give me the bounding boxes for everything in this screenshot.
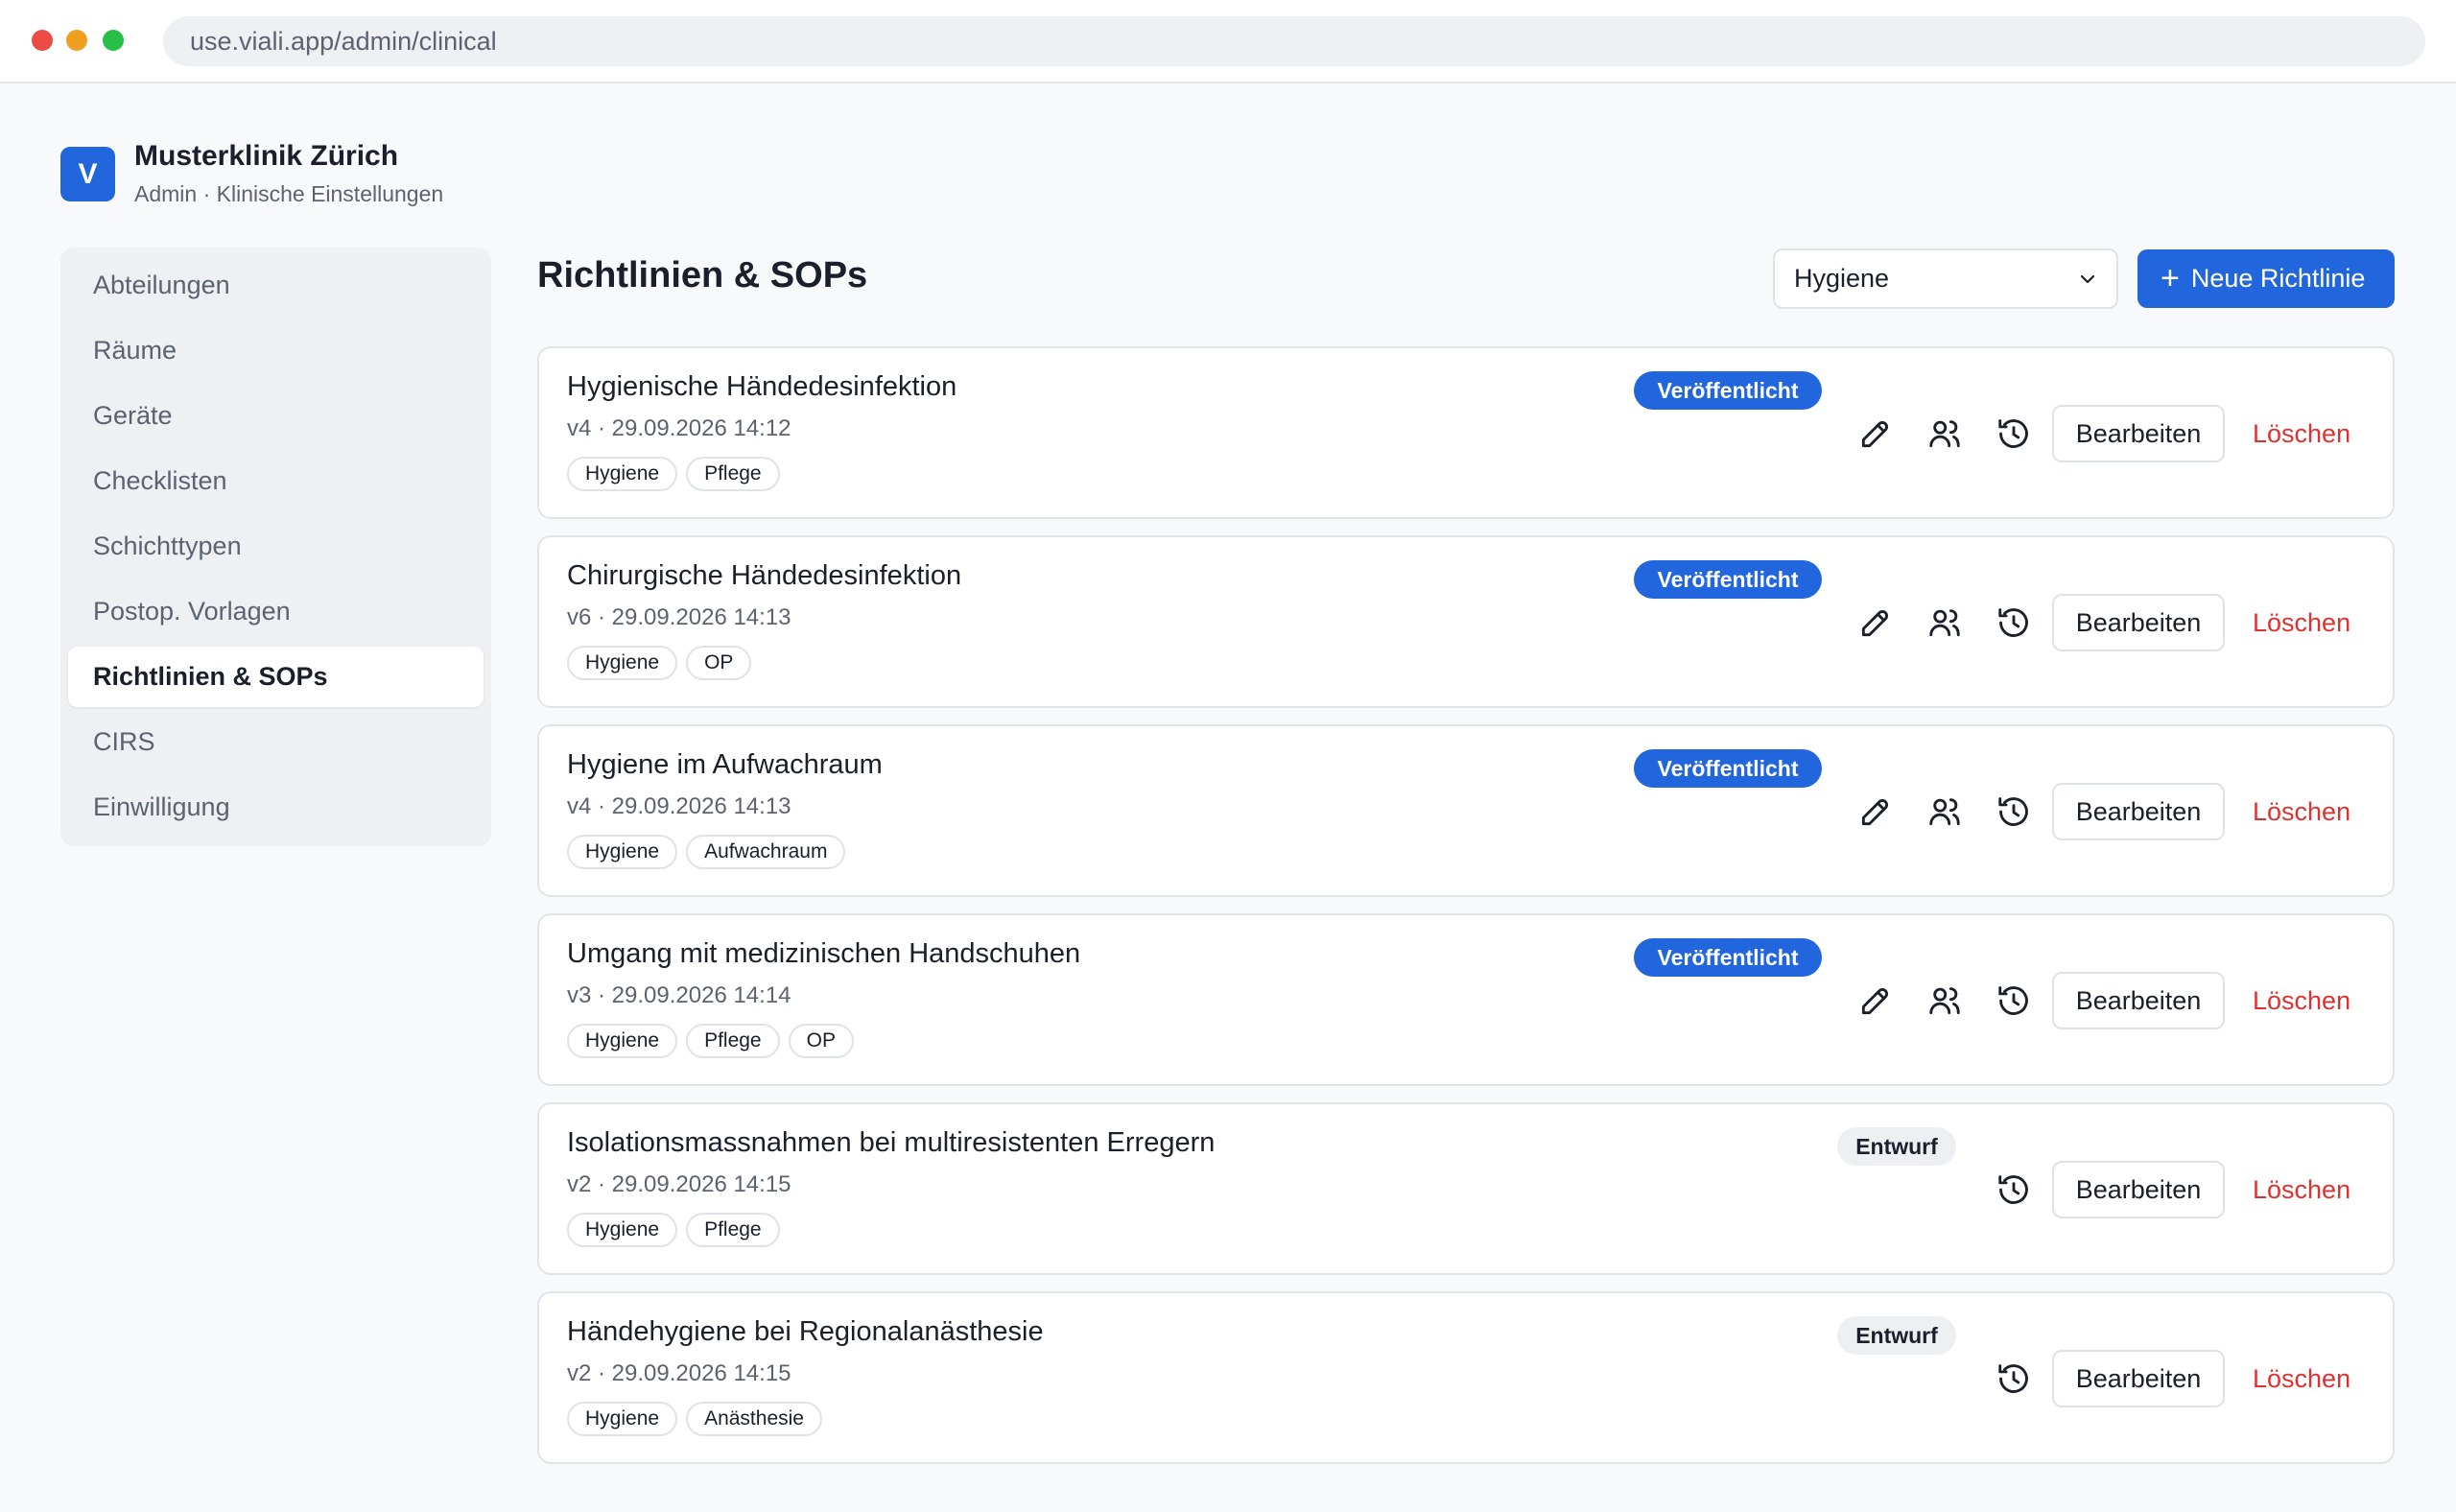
tag-chip: Hygiene xyxy=(567,457,678,491)
history-icon[interactable] xyxy=(1996,982,2032,1019)
pencil-icon[interactable] xyxy=(1857,793,1894,830)
history-icon[interactable] xyxy=(1996,1360,2032,1397)
policy-title: Händehygiene bei Regionalanästhesie xyxy=(567,1316,1044,1347)
policy-tags: Hygiene Anästhesie xyxy=(567,1402,822,1436)
new-policy-button[interactable]: + Neue Richtlinie xyxy=(2137,249,2395,308)
pencil-icon[interactable] xyxy=(1857,604,1894,641)
delete-button[interactable]: Löschen xyxy=(2253,1161,2350,1218)
sidebar-item[interactable]: Einwilligung xyxy=(68,777,484,838)
edit-button[interactable]: Bearbeiten xyxy=(2052,1350,2225,1407)
policy-version-date: v2 · 29.09.2026 14:15 xyxy=(567,1360,791,1386)
history-icon[interactable] xyxy=(1996,793,2032,830)
edit-button[interactable]: Bearbeiten xyxy=(2052,783,2225,840)
organization-name: Musterklinik Zürich xyxy=(134,140,399,172)
history-icon[interactable] xyxy=(1996,1171,2032,1208)
minimize-window-button[interactable] xyxy=(66,30,87,51)
tag-chip: Pflege xyxy=(686,1024,780,1058)
sidebar-item[interactable]: Postop. Vorlagen xyxy=(68,581,484,642)
delete-button[interactable]: Löschen xyxy=(2253,783,2350,840)
sidebar-item[interactable]: Richtlinien & SOPs xyxy=(68,647,484,707)
tag-chip: Pflege xyxy=(686,1213,780,1247)
new-policy-label: Neue Richtlinie xyxy=(2190,264,2366,293)
category-filter-select[interactable]: Hygiene xyxy=(1773,248,2118,309)
maximize-window-button[interactable] xyxy=(103,30,124,51)
policy-title: Hygiene im Aufwachraum xyxy=(567,749,883,780)
policy-title: Hygienische Händedesinfektion xyxy=(567,371,957,402)
policy-title: Umgang mit medizinischen Handschuhen xyxy=(567,938,1081,969)
status-badge: Veröffentlicht xyxy=(1634,560,1822,599)
policy-card: Isolationsmassnahmen bei multiresistente… xyxy=(537,1102,2395,1275)
tag-chip: Hygiene xyxy=(567,1402,678,1436)
policy-version-date: v4 · 29.09.2026 14:13 xyxy=(567,793,791,819)
pencil-icon[interactable] xyxy=(1857,982,1894,1019)
status-badge: Entwurf xyxy=(1837,1127,1956,1166)
tag-chip: Hygiene xyxy=(567,1213,678,1247)
users-icon[interactable] xyxy=(1926,415,1963,452)
policy-card: Hygiene im Aufwachraum v4 · 29.09.2026 14… xyxy=(537,724,2395,897)
policy-card: Hygienische Händedesinfektion v4 · 29.09.… xyxy=(537,346,2395,519)
edit-button[interactable]: Bearbeiten xyxy=(2052,594,2225,651)
policy-version-date: v6 · 29.09.2026 14:13 xyxy=(567,604,791,630)
sidebar-item[interactable]: Räume xyxy=(68,320,484,381)
tag-chip: Hygiene xyxy=(567,646,678,680)
policy-card: Umgang mit medizinischen Handschuhen v3 ·… xyxy=(537,913,2395,1086)
policy-tags: Hygiene OP xyxy=(567,646,752,680)
history-icon[interactable] xyxy=(1996,415,2032,452)
users-icon[interactable] xyxy=(1926,793,1963,830)
tag-chip: Aufwachraum xyxy=(686,835,846,869)
policy-version-date: v3 · 29.09.2026 14:14 xyxy=(567,982,791,1008)
chevron-down-icon xyxy=(2080,274,2095,284)
users-icon[interactable] xyxy=(1926,604,1963,641)
page-subtitle: Admin · Klinische Einstellungen xyxy=(134,181,444,206)
filter-selected-value: Hygiene xyxy=(1794,264,1890,293)
delete-button[interactable]: Löschen xyxy=(2253,972,2350,1029)
tag-chip: Hygiene xyxy=(567,1024,678,1058)
policy-title: Isolationsmassnahmen bei multiresistente… xyxy=(567,1127,1216,1158)
app-logo: V xyxy=(60,147,115,201)
sidebar-item[interactable]: Checklisten xyxy=(68,451,484,511)
delete-button[interactable]: Löschen xyxy=(2253,1350,2350,1407)
policy-tags: Hygiene Pflege xyxy=(567,1213,780,1247)
tag-chip: Anästhesie xyxy=(686,1402,822,1436)
users-icon[interactable] xyxy=(1926,982,1963,1019)
tag-chip: Hygiene xyxy=(567,835,678,869)
edit-button[interactable]: Bearbeiten xyxy=(2052,972,2225,1029)
close-window-button[interactable] xyxy=(32,30,53,51)
tag-chip: OP xyxy=(686,646,752,680)
page-title: Richtlinien & SOPs xyxy=(537,255,868,295)
policy-tags: Hygiene Aufwachraum xyxy=(567,835,846,869)
policy-title: Chirurgische Händedesinfektion xyxy=(567,560,962,591)
status-badge: Entwurf xyxy=(1837,1316,1956,1355)
plus-icon: + xyxy=(2161,260,2180,296)
policy-tags: Hygiene Pflege xyxy=(567,457,780,491)
tag-chip: Pflege xyxy=(686,457,780,491)
delete-button[interactable]: Löschen xyxy=(2253,405,2350,462)
delete-button[interactable]: Löschen xyxy=(2253,594,2350,651)
address-bar[interactable]: use.viali.app/admin/clinical xyxy=(163,16,2425,66)
sidebar-item[interactable]: Abteilungen xyxy=(68,255,484,316)
policy-version-date: v4 · 29.09.2026 14:12 xyxy=(567,415,791,441)
policy-tags: Hygiene Pflege OP xyxy=(567,1024,854,1058)
edit-button[interactable]: Bearbeiten xyxy=(2052,405,2225,462)
sidebar-item[interactable]: Schichttypen xyxy=(68,516,484,577)
sidebar-item[interactable]: Geräte xyxy=(68,386,484,446)
sidebar-item[interactable]: CIRS xyxy=(68,712,484,772)
status-badge: Veröffentlicht xyxy=(1634,371,1822,410)
status-badge: Veröffentlicht xyxy=(1634,749,1822,788)
policy-card: Chirurgische Händedesinfektion v6 · 29.09… xyxy=(537,535,2395,708)
edit-button[interactable]: Bearbeiten xyxy=(2052,1161,2225,1218)
history-icon[interactable] xyxy=(1996,604,2032,641)
status-badge: Veröffentlicht xyxy=(1634,938,1822,977)
tag-chip: OP xyxy=(788,1024,854,1058)
sidebar-nav: Abteilungen Räume Geräte Checklisten Schicht… xyxy=(60,248,491,846)
policy-version-date: v2 · 29.09.2026 14:15 xyxy=(567,1171,791,1197)
browser-toolbar: use.viali.app/admin/clinical xyxy=(0,0,2456,83)
policy-card: Händehygiene bei Regionalanästhesie v2 · … xyxy=(537,1291,2395,1464)
pencil-icon[interactable] xyxy=(1857,415,1894,452)
